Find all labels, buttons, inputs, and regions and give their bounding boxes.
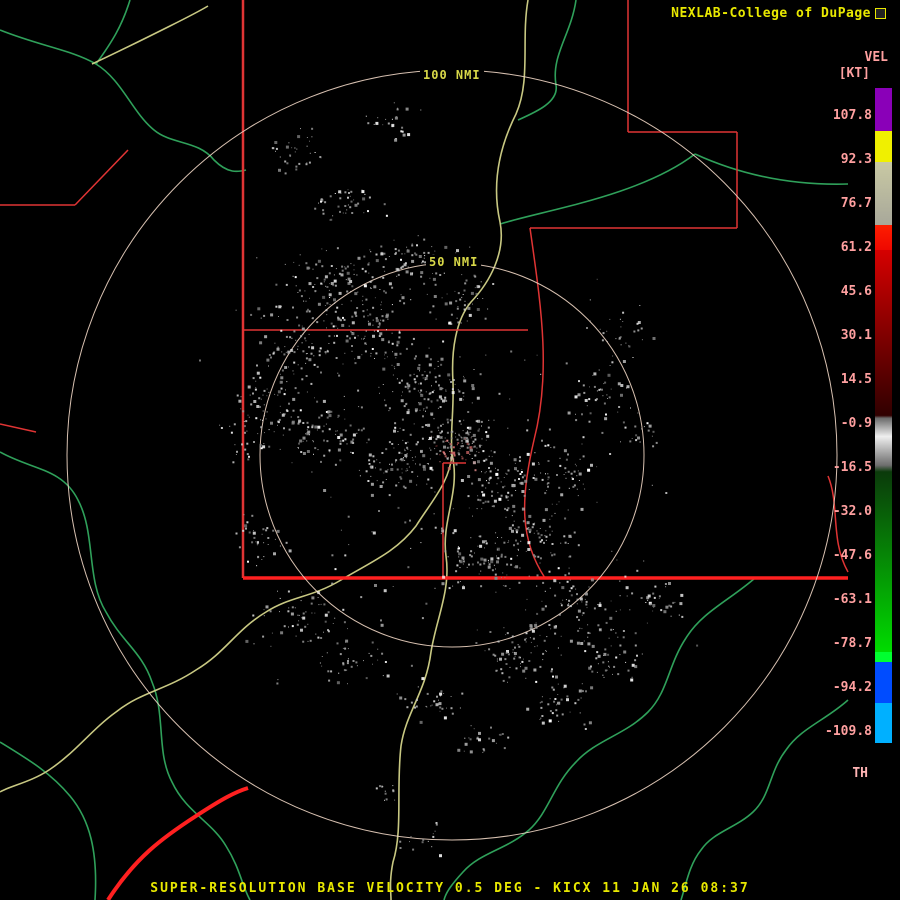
range-ring-label-50nmi: 50 NMI (426, 255, 482, 269)
range-ring-label-100nmi: 100 NMI (420, 68, 484, 82)
colorbar-unit: [KT] (838, 66, 870, 81)
river-line (443, 577, 756, 900)
radar-map (0, 0, 849, 900)
county-line (523, 227, 546, 579)
colorbar-title: VEL (864, 50, 888, 65)
highway-line (91, 5, 209, 65)
nexlab-logo-icon (875, 8, 886, 19)
radar-viewer: 100 NMI 50 NMI NEXLAB-College of DuPage … (0, 0, 900, 900)
velocity-echo-layer (199, 102, 699, 858)
river-line (694, 153, 849, 185)
highway-lines (0, 0, 529, 900)
river-line (0, 29, 247, 173)
river-line (680, 699, 849, 900)
attribution-text: NEXLAB-College of DuPage (671, 6, 871, 21)
colorbar (875, 88, 892, 743)
county-line (0, 423, 37, 433)
river-line (0, 451, 251, 900)
colorbar-threshold-label: TH (852, 766, 868, 781)
river-line (499, 153, 696, 225)
river-line (0, 741, 97, 900)
product-title: SUPER-RESOLUTION BASE VELOCITY 0.5 DEG -… (150, 881, 750, 896)
county-boundary-lines (0, 0, 849, 579)
county-line (74, 149, 129, 206)
highway-line (389, 453, 456, 900)
attribution-header: NEXLAB-College of DuPage (671, 6, 886, 21)
river-lines (0, 0, 849, 900)
